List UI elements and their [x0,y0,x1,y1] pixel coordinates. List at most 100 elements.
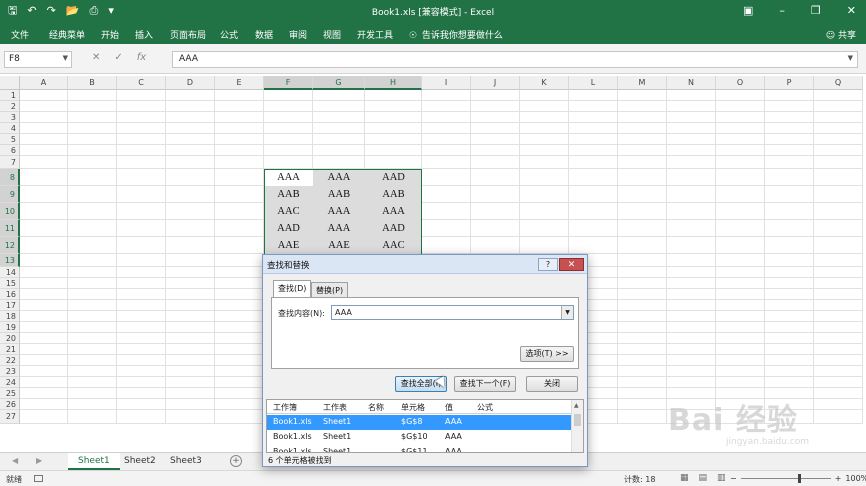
cell-h8[interactable]: AAD [365,169,422,186]
find-next-button[interactable]: 查找下一个(F) [454,376,516,392]
select-all-corner[interactable] [0,76,20,90]
tab-page-layout[interactable]: 页面布局 [170,28,206,41]
cell-g10[interactable]: AAA [313,203,365,220]
column-header-f[interactable]: F [264,76,313,90]
tab-formulas[interactable]: 公式 [220,28,238,41]
prev-sheet-icon[interactable]: ◀ [12,456,18,465]
row-header-23[interactable]: 23 [0,366,20,377]
close-button[interactable]: 关闭 [526,376,578,392]
row-header-14[interactable]: 14 [0,267,20,278]
chevron-down-icon[interactable]: ▼ [561,306,573,319]
zoom-level[interactable]: 100% [845,474,866,483]
name-box[interactable]: F8 ▼ [4,51,72,68]
tab-replace[interactable]: 替换(P) [311,282,349,297]
cell-f11[interactable]: AAD [264,220,313,237]
cell-f12[interactable]: AAE [264,237,313,254]
sheet-tab-sheet3[interactable]: Sheet3 [160,453,212,470]
tab-home[interactable]: 开始 [101,28,119,41]
row-header-7[interactable]: 7 [0,156,20,169]
results-scrollbar[interactable]: ▲ [571,400,583,452]
column-header-d[interactable]: D [166,76,215,90]
column-header-q[interactable]: Q [814,76,863,90]
row-header-12[interactable]: 12 [0,237,20,254]
row-header-1[interactable]: 1 [0,90,20,101]
result-row[interactable]: Book1.xls Sheet1 $G$8 AAA [267,415,571,430]
row-header-2[interactable]: 2 [0,101,20,112]
results-col-formula[interactable]: 公式 [477,402,493,413]
row-header-11[interactable]: 11 [0,220,20,237]
scroll-up-icon[interactable]: ▲ [574,402,579,409]
sheet-tab-sheet1[interactable]: Sheet1 [68,453,120,470]
row-header-9[interactable]: 9 [0,186,20,203]
dialog-close-icon[interactable]: ✕ [559,258,584,271]
dialog-title-bar[interactable]: 查找和替换 ? ✕ [263,255,587,274]
column-header-b[interactable]: B [68,76,117,90]
find-what-input[interactable]: AAA ▼ [331,305,574,320]
cell-f9[interactable]: AAB [264,186,313,203]
results-col-cell[interactable]: 单元格 [401,402,425,413]
row-header-10[interactable]: 10 [0,203,20,220]
ribbon-display-icon[interactable]: ▣ [743,4,753,18]
cell-g11[interactable]: AAA [313,220,365,237]
insert-function-icon[interactable]: fx [137,52,146,63]
page-break-view-icon[interactable]: ▥ [717,473,726,483]
column-header-a[interactable]: A [20,76,68,90]
tab-view[interactable]: 视图 [323,28,341,41]
restore-icon[interactable]: ❐ [811,4,821,18]
row-header-17[interactable]: 17 [0,300,20,311]
zoom-out-button[interactable]: − [730,474,737,483]
column-header-g[interactable]: G [313,76,365,90]
tab-insert[interactable]: 插入 [135,28,153,41]
cell-g12[interactable]: AAE [313,237,365,254]
row-header-19[interactable]: 19 [0,322,20,333]
cell-h11[interactable]: AAD [365,220,422,237]
row-header-13[interactable]: 13 [0,254,20,267]
column-header-i[interactable]: I [422,76,471,90]
zoom-in-button[interactable]: + [835,474,842,483]
row-header-15[interactable]: 15 [0,278,20,289]
tab-file[interactable]: 文件 [11,28,29,41]
tab-find[interactable]: 查找(D) [273,280,312,298]
column-header-c[interactable]: C [117,76,166,90]
results-col-name[interactable]: 名称 [368,402,384,413]
results-col-workbook[interactable]: 工作簿 [273,402,297,413]
column-header-l[interactable]: L [569,76,618,90]
scroll-thumb[interactable] [574,414,581,426]
row-header-6[interactable]: 6 [0,145,20,156]
column-header-k[interactable]: K [520,76,569,90]
chevron-down-icon[interactable]: ▼ [63,54,68,62]
next-sheet-icon[interactable]: ▶ [36,456,42,465]
row-header-3[interactable]: 3 [0,112,20,123]
minimize-icon[interactable]: – [779,4,785,18]
share-button[interactable]: ☺ 共享 [826,28,856,41]
cell-f8[interactable]: AAA [264,169,313,186]
row-header-26[interactable]: 26 [0,399,20,410]
sheet-tab-sheet2[interactable]: Sheet2 [114,453,166,470]
row-header-24[interactable]: 24 [0,377,20,388]
column-header-h[interactable]: H [365,76,422,90]
results-col-value[interactable]: 值 [445,402,453,413]
cell-h12[interactable]: AAC [365,237,422,254]
tab-review[interactable]: 审阅 [289,28,307,41]
tab-data[interactable]: 数据 [255,28,273,41]
row-header-20[interactable]: 20 [0,333,20,344]
cell-f10[interactable]: AAC [264,203,313,220]
result-row[interactable]: Book1.xls Sheet1 $G$11 AAA [267,445,571,452]
cell-h10[interactable]: AAA [365,203,422,220]
row-header-22[interactable]: 22 [0,355,20,366]
cell-g8[interactable]: AAA [313,169,365,186]
column-header-e[interactable]: E [215,76,264,90]
options-button[interactable]: 选项(T) >> [520,346,574,362]
add-sheet-icon[interactable]: + [230,455,242,467]
column-header-j[interactable]: J [471,76,520,90]
enter-icon[interactable]: ✓ [114,52,122,63]
column-header-o[interactable]: O [716,76,765,90]
row-header-8[interactable]: 8 [0,169,20,186]
column-header-n[interactable]: N [667,76,716,90]
macro-record-icon[interactable] [34,475,43,482]
row-header-25[interactable]: 25 [0,388,20,399]
formula-input[interactable]: AAA ▼ [172,51,858,68]
row-header-4[interactable]: 4 [0,123,20,134]
column-header-p[interactable]: P [765,76,814,90]
row-header-16[interactable]: 16 [0,289,20,300]
